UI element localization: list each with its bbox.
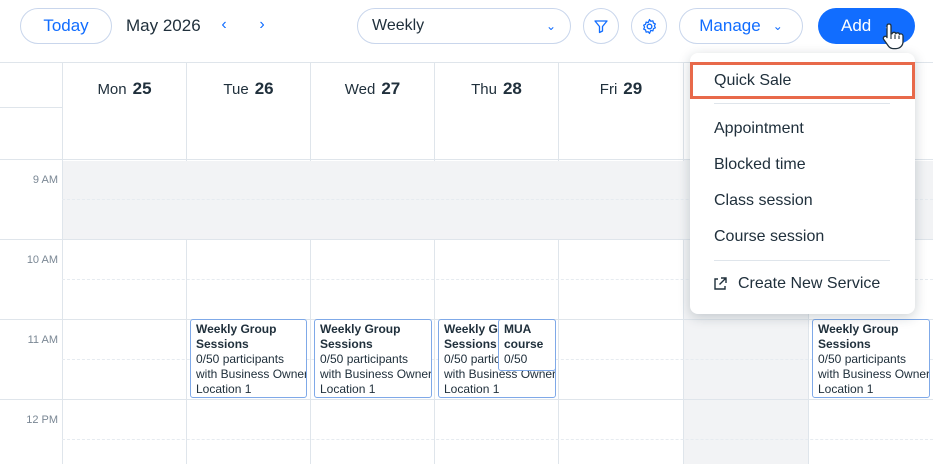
create-service-label: Create New Service xyxy=(738,275,881,292)
event-staff: with Business Owner xyxy=(818,367,930,381)
time-tick xyxy=(0,239,62,240)
time-label: 12 PM xyxy=(26,414,58,426)
day-header-fri[interactable]: Fri 29 xyxy=(559,63,684,159)
day-number: 27 xyxy=(381,79,401,98)
gear-icon xyxy=(642,18,656,34)
event-title: MUA course xyxy=(504,322,544,351)
day-header-mon[interactable]: Mon 25 xyxy=(63,63,187,159)
view-select-value: Weekly xyxy=(372,17,425,34)
day-name: Wed xyxy=(344,81,376,98)
time-tick xyxy=(0,319,62,320)
event-card[interactable]: MUA course 0/50 xyxy=(498,319,556,371)
event-card[interactable]: Weekly Group Sessions 0/50 participants … xyxy=(190,319,307,398)
event-participants: 0/50 participants xyxy=(196,352,285,366)
menu-item-class-session[interactable]: Class session xyxy=(714,192,813,210)
event-card[interactable]: Weekly Group Sessions 0/50 participants … xyxy=(314,319,432,398)
day-name: Thu xyxy=(471,81,497,98)
day-number: 29 xyxy=(623,79,643,98)
half-hour-line xyxy=(62,439,933,440)
time-label: 11 AM xyxy=(27,334,58,346)
gutter-divider xyxy=(0,107,62,108)
event-staff: with Business Owner xyxy=(320,367,432,381)
menu-item-create-service[interactable]: Create New Service xyxy=(712,275,880,293)
time-tick xyxy=(0,399,62,400)
chevron-down-icon: ⌄ xyxy=(772,19,783,33)
chevron-left-icon[interactable]: ‹ xyxy=(216,14,232,36)
day-number: 25 xyxy=(132,79,152,98)
event-title: Weekly Group Sessions xyxy=(320,322,401,351)
event-title: Weekly Group Sessions xyxy=(196,322,277,351)
day-name: Fri xyxy=(599,81,618,98)
event-location: Location 1 xyxy=(818,382,874,396)
add-label: Add xyxy=(841,16,872,35)
event-title: Weekly Group Sessions xyxy=(818,322,899,351)
hour-line xyxy=(62,399,933,400)
event-participants: 0/50 participants xyxy=(320,352,409,366)
day-header-tue[interactable]: Tue 26 xyxy=(187,63,311,159)
month-label: May 2026 xyxy=(126,16,201,35)
filter-button[interactable] xyxy=(583,8,619,44)
hand-cursor-icon xyxy=(882,23,904,50)
day-number: 26 xyxy=(254,79,274,98)
chevron-down-icon: ⌄ xyxy=(545,19,556,33)
menu-divider xyxy=(714,260,890,261)
event-card[interactable]: Weekly Group Sessions 0/50 participants … xyxy=(812,319,930,398)
event-location: Location 1 xyxy=(444,382,500,396)
event-staff: with Business Owner xyxy=(196,367,307,381)
menu-item-blocked-time[interactable]: Blocked time xyxy=(714,156,806,174)
time-gutter-header xyxy=(0,63,63,159)
day-number: 28 xyxy=(502,79,522,98)
event-location: Location 1 xyxy=(196,382,252,396)
manage-label: Manage xyxy=(699,16,761,35)
external-link-icon xyxy=(714,277,727,290)
menu-item-course-session[interactable]: Course session xyxy=(714,228,824,246)
menu-item-quick-sale[interactable]: Quick Sale xyxy=(714,72,791,90)
menu-divider xyxy=(714,103,890,104)
event-location: Location 1 xyxy=(320,382,376,396)
time-label: 10 AM xyxy=(26,254,58,266)
day-header-thu[interactable]: Thu 28 xyxy=(435,63,559,159)
day-name: Mon xyxy=(97,81,127,98)
day-name: Tue xyxy=(223,81,249,98)
event-participants: 0/50 participants xyxy=(818,352,907,366)
view-select[interactable]: Weekly ⌄ xyxy=(357,8,571,44)
time-label: 9 AM xyxy=(32,174,58,186)
day-header-wed[interactable]: Wed 27 xyxy=(311,63,435,159)
today-button[interactable]: Today xyxy=(20,8,112,44)
manage-button[interactable]: Manage ⌄ xyxy=(679,8,803,44)
add-menu: Quick Sale Appointment Blocked time Clas… xyxy=(690,53,915,314)
settings-button[interactable] xyxy=(631,8,667,44)
filter-icon xyxy=(594,20,608,34)
chevron-right-icon[interactable]: › xyxy=(254,14,270,36)
event-participants: 0/50 xyxy=(504,352,528,366)
menu-item-appointment[interactable]: Appointment xyxy=(714,120,804,138)
